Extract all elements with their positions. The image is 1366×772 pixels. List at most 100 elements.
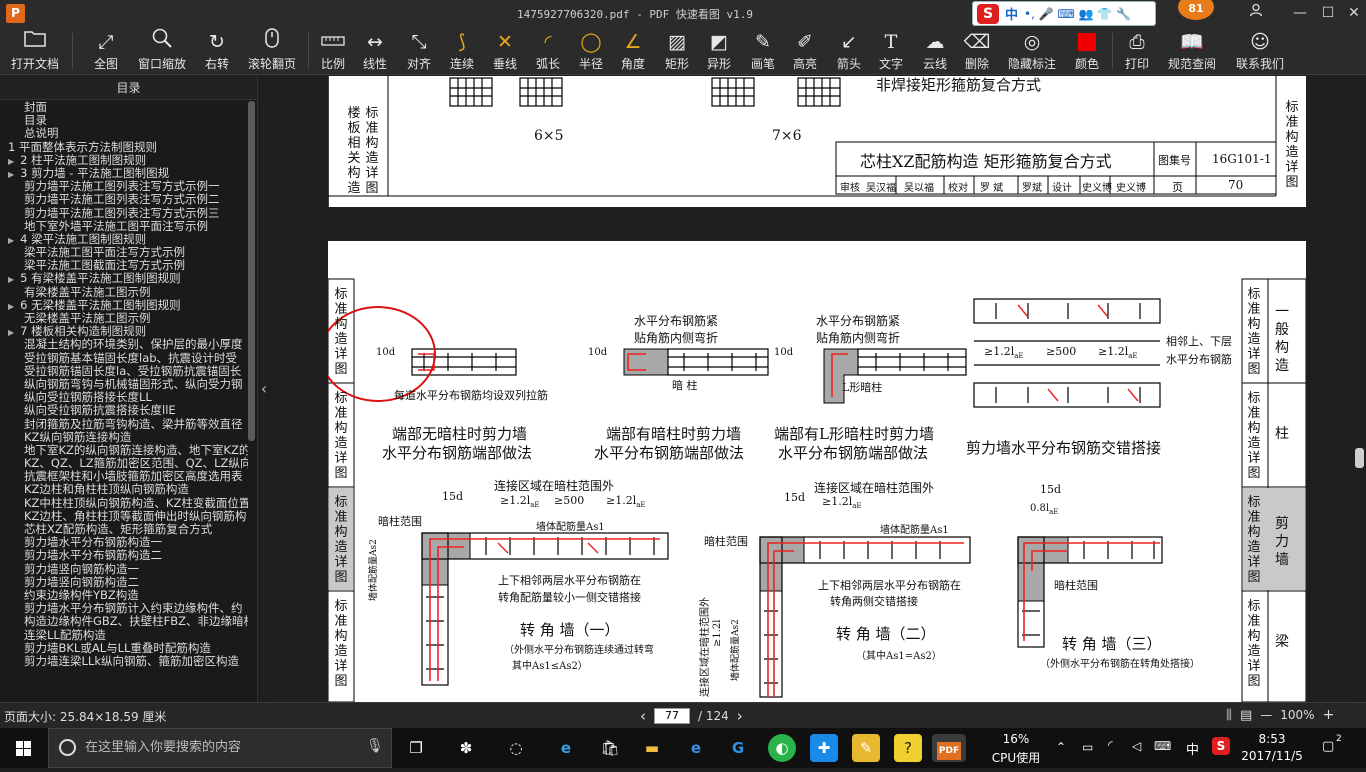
- spiral-app-icon[interactable]: ◌: [502, 734, 530, 762]
- arc-length-button[interactable]: ◜ 弧长: [532, 27, 564, 75]
- irregular-button[interactable]: ◩ 异形: [704, 27, 734, 75]
- cloud-button[interactable]: ☁ 云线: [920, 27, 950, 75]
- maximize-button[interactable]: ☐: [1318, 3, 1338, 23]
- toc-item[interactable]: 梁平法施工图平面注写方式示例: [0, 246, 248, 259]
- notes-app-icon[interactable]: ✎: [852, 734, 880, 762]
- toc-item[interactable]: 纵向受拉钢筋搭接长度LL: [0, 391, 248, 404]
- sogou-ime-icon[interactable]: S: [977, 3, 999, 24]
- toc-item[interactable]: 地下室KZ的纵向钢筋连接构造、地下室KZ的: [0, 444, 248, 457]
- keyboard-icon[interactable]: ⌨: [1154, 739, 1171, 753]
- taskbar-search-input[interactable]: 在这里输入你要搜索的内容: [48, 728, 392, 768]
- tray-expand-icon[interactable]: ⌃: [1056, 740, 1066, 754]
- toc-item[interactable]: 剪力墙连梁LLk纵向钢筋、箍筋加密区构造: [0, 655, 248, 668]
- toc-item[interactable]: KZ纵向钢筋连接构造: [0, 431, 248, 444]
- toc-item[interactable]: KZ、QZ、LZ箍筋加密区范围、QZ、LZ纵向钢: [0, 457, 248, 470]
- help-app-icon[interactable]: ?: [894, 734, 922, 762]
- radius-button[interactable]: ◯ 半径: [576, 27, 606, 75]
- perpendicular-button[interactable]: ✕ 垂线: [490, 27, 520, 75]
- pen-button[interactable]: ✎ 画笔: [748, 27, 778, 75]
- contact-button[interactable]: ☺ 联系我们: [1232, 27, 1288, 75]
- rectangle-button[interactable]: ▨ 矩形: [662, 27, 692, 75]
- delete-button[interactable]: ⌫ 删除: [962, 27, 992, 75]
- spec-lookup-button[interactable]: 📖 规范查阅: [1164, 27, 1220, 75]
- toc-item[interactable]: 无梁楼盖平法施工图示例: [0, 312, 248, 325]
- toc-item[interactable]: 地下室外墙平法施工图平面注写示例: [0, 220, 248, 233]
- arrow-button[interactable]: ↙ 箭头: [834, 27, 864, 75]
- color-button[interactable]: 颜色: [1072, 27, 1102, 75]
- green-app-icon[interactable]: ◐: [768, 734, 796, 762]
- text-button[interactable]: T 文字: [876, 27, 906, 75]
- wheel-page-button[interactable]: 滚轮翻页: [244, 27, 300, 75]
- toc-item[interactable]: ▶ 4 梁平法施工图制图规则: [0, 233, 248, 246]
- volume-icon[interactable]: ◁: [1132, 739, 1141, 753]
- sogou-tray-icon[interactable]: S: [1212, 737, 1230, 755]
- document-scrollbar[interactable]: [1355, 448, 1364, 468]
- toc-item[interactable]: 剪力墙BKL或AL与LL重叠时配筋构造: [0, 642, 248, 655]
- toc-item[interactable]: 剪力墙平法施工图列表注写方式示例二: [0, 193, 248, 206]
- battery-icon[interactable]: ▭: [1082, 740, 1093, 754]
- fan-app-icon[interactable]: ✽: [452, 734, 480, 762]
- toc-item[interactable]: 构造边缘构件GBZ、扶壁柱FBZ、非边缘暗柱: [0, 615, 248, 628]
- toc-item[interactable]: 混凝土结构的环境类别、保护层的最小厚度: [0, 338, 248, 351]
- ime-toolbar[interactable]: S 中 •, 🎤 ⌨ 👥 👕 🔧: [972, 1, 1156, 26]
- toc-item[interactable]: 封闭箍筋及拉筋弯钩构造、梁并筋等效直径: [0, 418, 248, 431]
- toc-item[interactable]: 目录: [0, 114, 248, 127]
- file-explorer-icon[interactable]: ▬: [638, 734, 666, 762]
- page-number-input[interactable]: 77: [654, 708, 690, 724]
- store-icon[interactable]: 🛍: [596, 734, 624, 762]
- toc-item[interactable]: KZ边柱、角柱柱顶等截面伸出时纵向钢筋构: [0, 510, 248, 523]
- ime-language[interactable]: 中: [1005, 4, 1018, 23]
- toc-item[interactable]: 剪力墙水平分布钢筋构造一: [0, 536, 248, 549]
- user-icon[interactable]: [1246, 3, 1266, 23]
- toc-item[interactable]: 梁平法施工图截面注写方式示例: [0, 259, 248, 272]
- toc-item[interactable]: 抗震框架柱和小墙肢箍筋加密区高度选用表: [0, 470, 248, 483]
- toc-item[interactable]: 连梁LL配筋构造: [0, 629, 248, 642]
- collapse-sidebar-icon[interactable]: ‹: [258, 380, 270, 398]
- single-page-icon[interactable]: ⫼: [1226, 708, 1232, 723]
- toc-item[interactable]: 剪力墙水平分布钢筋构造二: [0, 549, 248, 562]
- continuous-button[interactable]: ⟆ 连续: [446, 27, 478, 75]
- toc-item[interactable]: 芯柱XZ配筋构造、矩形箍筋复合方式: [0, 523, 248, 536]
- continuous-page-icon[interactable]: ▤: [1240, 708, 1252, 723]
- toc-scrollbar[interactable]: [248, 101, 255, 441]
- angle-button[interactable]: ∠ 角度: [618, 27, 648, 75]
- toc-item[interactable]: KZ中柱柱顶纵向钢筋构造、KZ柱变截面位置: [0, 497, 248, 510]
- task-view-icon[interactable]: ❐: [402, 734, 430, 762]
- window-zoom-button[interactable]: 窗口缩放: [134, 27, 190, 75]
- ie-icon[interactable]: e: [682, 734, 710, 762]
- next-page-button[interactable]: ›: [737, 707, 743, 725]
- toc-item[interactable]: 封面: [0, 101, 248, 114]
- close-button[interactable]: ✕: [1344, 3, 1364, 23]
- linear-button[interactable]: ↔ 线性: [360, 27, 390, 75]
- toc-item[interactable]: 1 平面整体表示方法制图规则: [0, 141, 248, 154]
- expand-triangle-icon[interactable]: ▶: [8, 236, 14, 245]
- pdf-viewer-task-icon[interactable]: PDF: [932, 734, 966, 762]
- print-button[interactable]: ⎙ 打印: [1122, 27, 1152, 75]
- toc-item[interactable]: ▶ 5 有梁楼盖平法施工图制图规则: [0, 272, 248, 285]
- zoom-in-button[interactable]: +: [1323, 707, 1335, 723]
- scale-button[interactable]: 比例: [318, 27, 348, 75]
- expand-triangle-icon[interactable]: ▶: [8, 275, 14, 284]
- edge-icon[interactable]: e: [552, 734, 580, 762]
- toc-item[interactable]: 有梁楼盖平法施工图示例: [0, 286, 248, 299]
- clock-date[interactable]: 2017/11/5: [1240, 749, 1304, 763]
- toc-item[interactable]: 约束边缘构件YBZ构造: [0, 589, 248, 602]
- toc-item[interactable]: 剪力墙平法施工图列表注写方式示例一: [0, 180, 248, 193]
- toc-item[interactable]: ▶ 7 楼板相关构造制图规则: [0, 325, 248, 338]
- toc-item[interactable]: 纵向钢筋弯钩与机械锚固形式、纵向受力钢: [0, 378, 248, 391]
- fit-page-button[interactable]: ⤢ 全图: [88, 27, 124, 75]
- highlight-button[interactable]: ✐ 高亮: [790, 27, 820, 75]
- align-button[interactable]: ⤡ 对齐: [404, 27, 434, 75]
- toc-item[interactable]: ▶ 2 柱平法施工图制图规则: [0, 154, 248, 167]
- toc-item[interactable]: 剪力墙水平分布钢筋计入约束边缘构件、约: [0, 602, 248, 615]
- toc-item[interactable]: 受拉钢筋锚固长度la、受拉钢筋抗震锚固长: [0, 365, 248, 378]
- expand-triangle-icon[interactable]: ▶: [8, 170, 14, 179]
- clock-time[interactable]: 8:53: [1240, 732, 1304, 746]
- wifi-icon[interactable]: ◜: [1108, 738, 1113, 752]
- minimize-button[interactable]: —: [1290, 3, 1310, 23]
- toc-item[interactable]: 剪力墙竖向钢筋构造一: [0, 563, 248, 576]
- toc-item[interactable]: KZ边柱和角柱柱顶纵向钢筋构造: [0, 483, 248, 496]
- input-language[interactable]: 中: [1186, 739, 1199, 758]
- open-document-button[interactable]: 打开文档: [6, 27, 64, 75]
- ime-tools-icon[interactable]: •, 🎤 ⌨ 👥 👕 🔧: [1024, 7, 1131, 21]
